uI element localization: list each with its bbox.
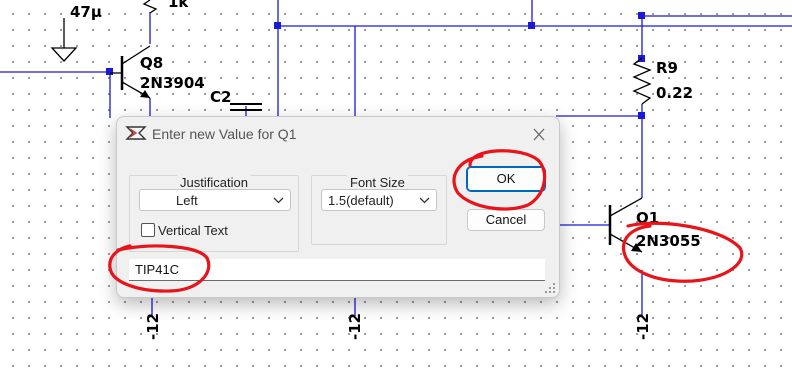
chevron-down-icon	[273, 197, 284, 204]
r9-name-label: R9	[656, 59, 678, 77]
q8-name-label: Q8	[140, 54, 163, 72]
vertical-text-checkbox[interactable]	[141, 223, 155, 237]
value-input[interactable]: TIP41C	[129, 259, 545, 281]
chevron-down-icon	[419, 197, 430, 204]
ltspice-app-icon	[125, 126, 147, 140]
q8-model-label: 2N3904	[140, 74, 205, 92]
enter-value-dialog: Enter new Value for Q1 Justification Lef…	[116, 116, 560, 298]
vertical-text-label: Vertical Text	[158, 223, 228, 238]
supply-label-right: -12	[634, 313, 652, 340]
supply-label-left: -12	[144, 313, 162, 340]
font-size-selected-value: 1.5(default)	[328, 193, 394, 208]
font-size-select[interactable]: 1.5(default)	[321, 189, 437, 211]
resize-grip-icon[interactable]	[544, 282, 556, 294]
q1-name-label: Q1	[636, 209, 659, 227]
justification-selected-value: Left	[176, 193, 198, 208]
justification-group: Justification	[129, 175, 299, 252]
c2-name-label: C2	[210, 88, 231, 106]
font-size-label: Font Size	[347, 175, 408, 190]
q1-model-label: 2N3055	[636, 232, 701, 250]
dialog-title: Enter new Value for Q1	[152, 126, 297, 142]
ok-button[interactable]: OK	[466, 166, 546, 192]
justification-label: Justification	[177, 175, 251, 190]
r9-value-label: 0.22	[656, 84, 693, 102]
justification-select[interactable]: Left	[139, 189, 291, 211]
supply-label-mid: -12	[346, 313, 364, 340]
cancel-button[interactable]: Cancel	[467, 209, 545, 231]
resistor-value-label: 1k	[168, 0, 189, 11]
junction-dots	[106, 12, 645, 119]
close-icon[interactable]	[527, 124, 551, 146]
cap-value-label: 47µ	[70, 3, 102, 21]
